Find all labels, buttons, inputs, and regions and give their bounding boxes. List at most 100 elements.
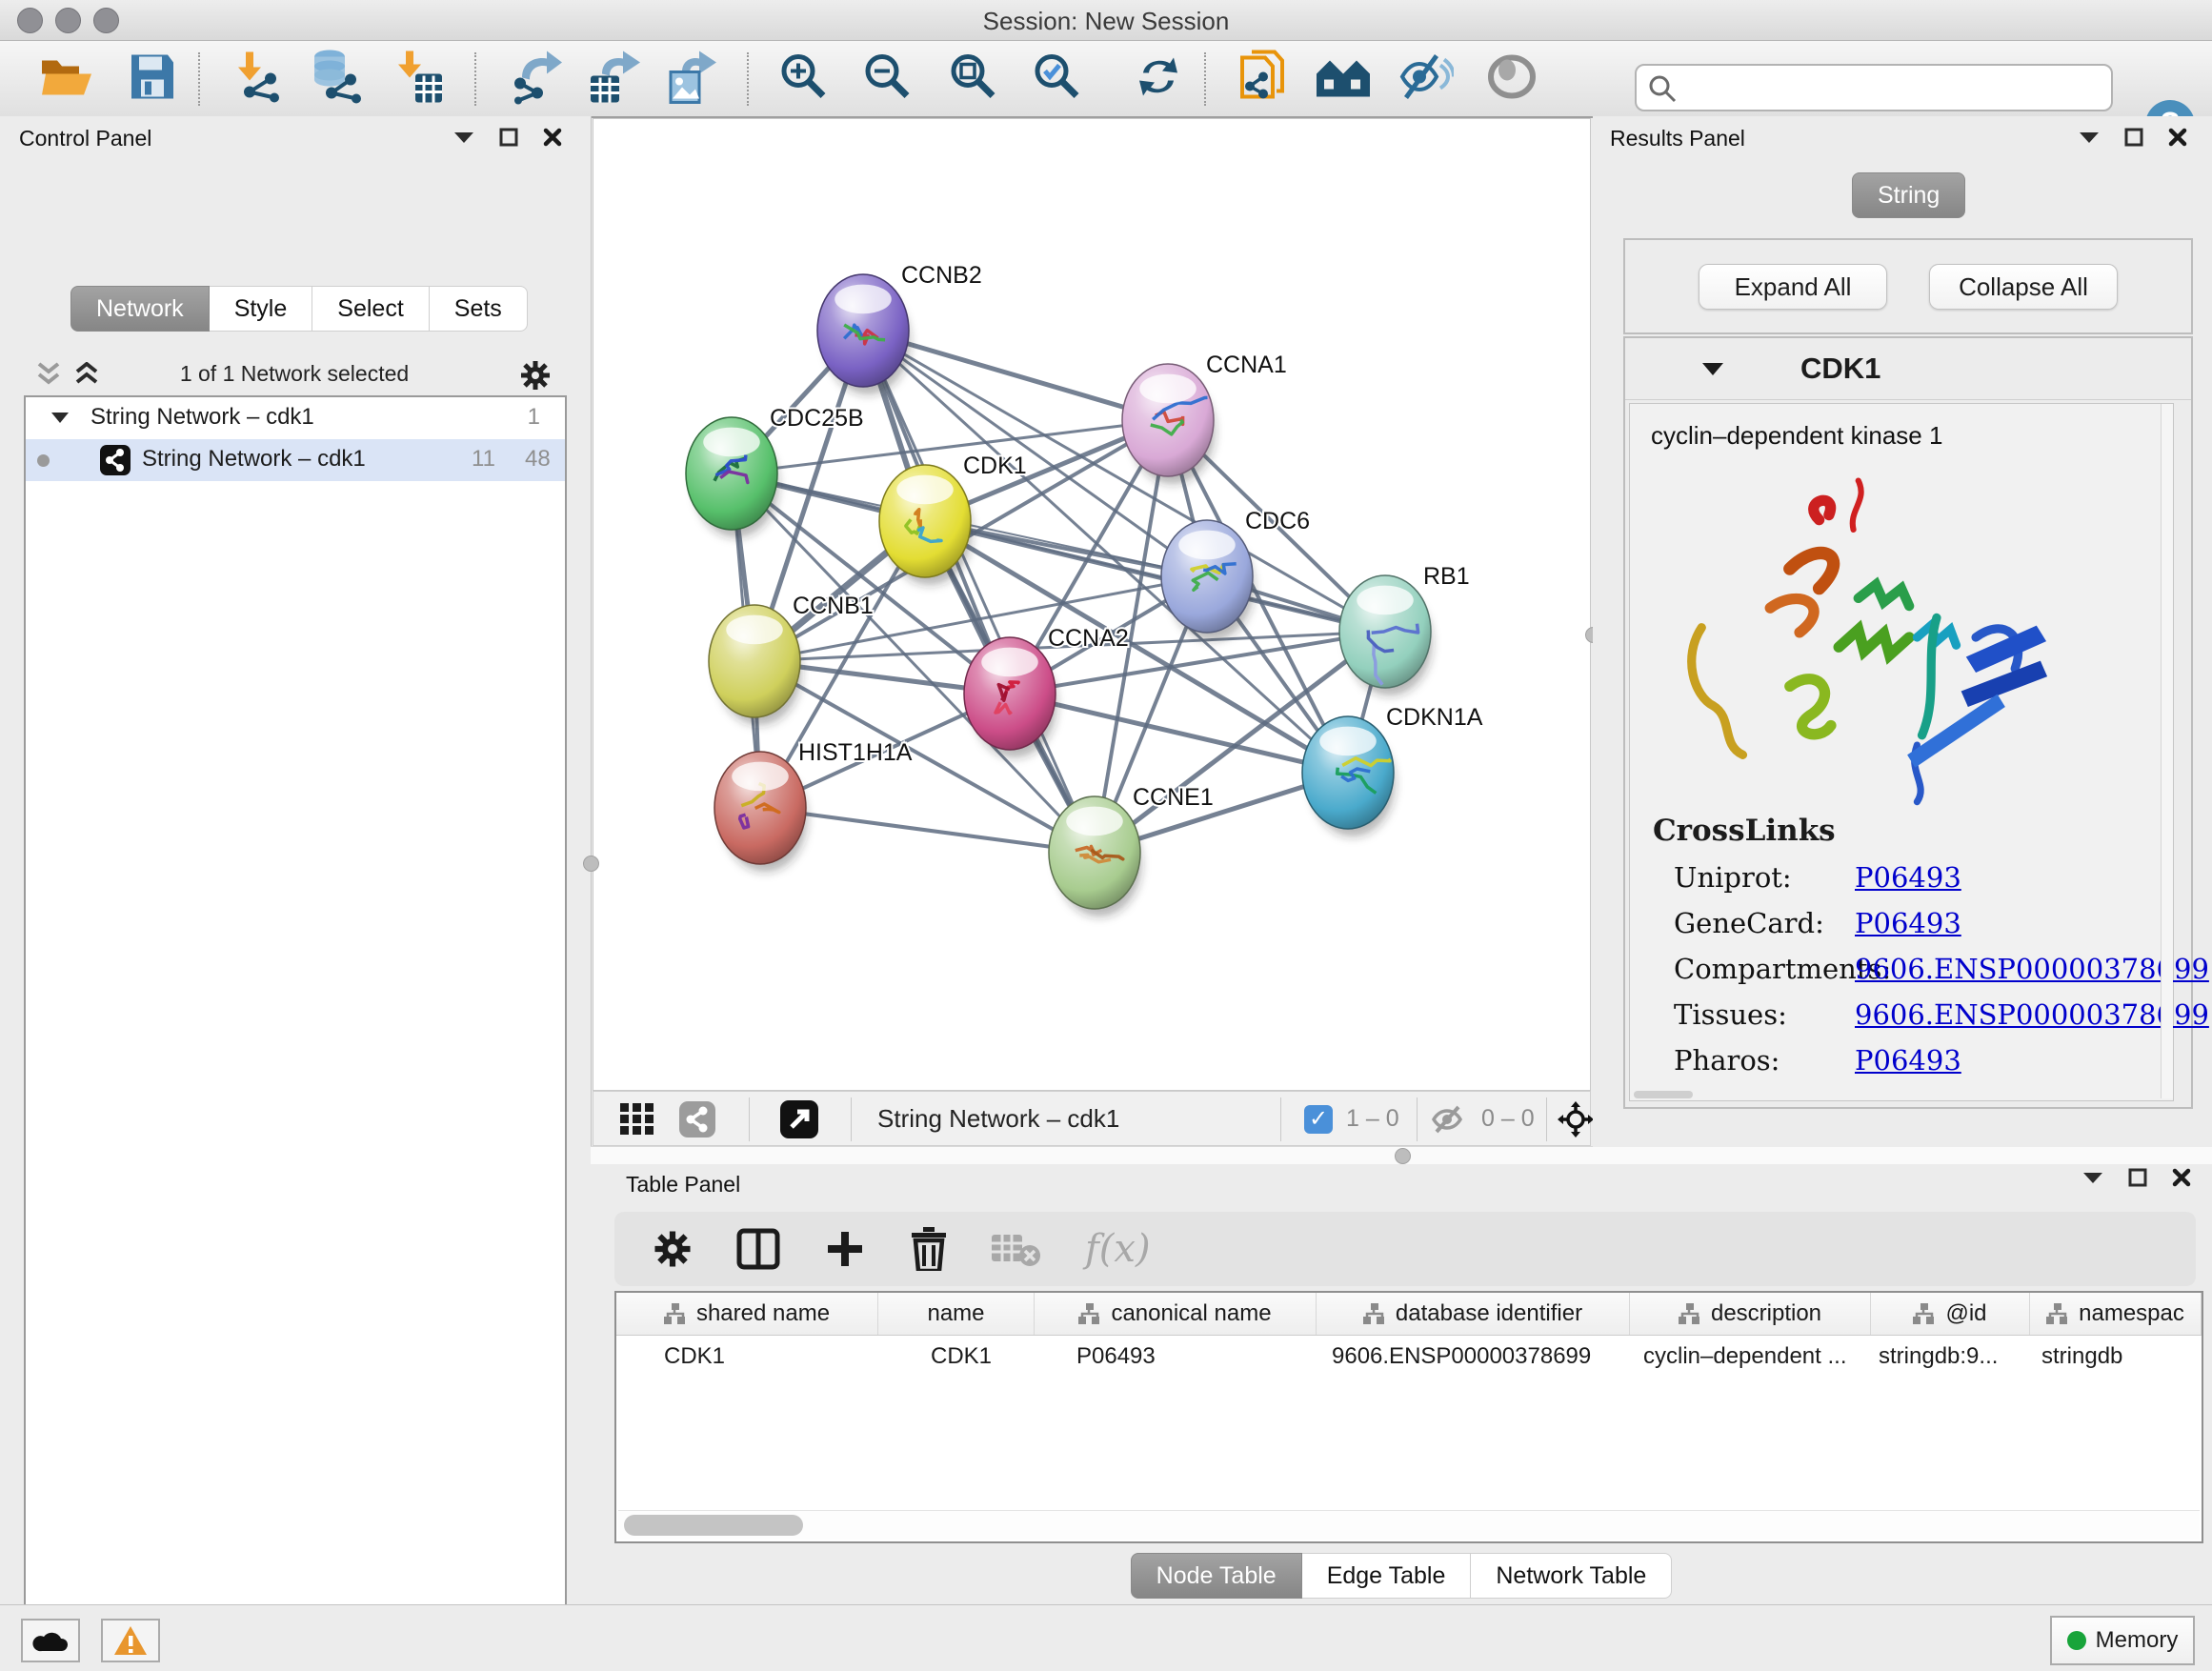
node-ccne1[interactable]: CCNE1 bbox=[1049, 784, 1214, 916]
zoom-in-icon[interactable] bbox=[777, 50, 831, 108]
crosslink-pharos-link[interactable]: P06493 bbox=[1855, 1044, 1961, 1077]
crosslink-uniprot-link[interactable]: P06493 bbox=[1855, 861, 1961, 894]
collapse-panel-icon[interactable] bbox=[2082, 1171, 2103, 1184]
selected-nodes-checkbox[interactable]: ✓ bbox=[1304, 1105, 1333, 1134]
search-input[interactable] bbox=[1686, 68, 2100, 106]
cell-database-identifier[interactable]: 9606.ENSP00000378699 bbox=[1317, 1343, 1630, 1370]
import-network-file-icon[interactable] bbox=[232, 50, 288, 108]
column-header-namespac[interactable]: namespac bbox=[2030, 1293, 2202, 1335]
close-panel-icon[interactable] bbox=[543, 128, 562, 147]
table-hscroll-track[interactable] bbox=[618, 1510, 2200, 1540]
close-panel-icon[interactable] bbox=[2172, 1168, 2191, 1187]
tab-node-table[interactable]: Node Table bbox=[1131, 1553, 1302, 1599]
tab-network-table[interactable]: Network Table bbox=[1471, 1553, 1672, 1599]
save-session-icon[interactable] bbox=[130, 52, 175, 105]
open-file-share-icon[interactable] bbox=[1237, 48, 1292, 110]
float-panel-icon[interactable] bbox=[2128, 1168, 2147, 1187]
collapse-panel-icon[interactable] bbox=[453, 131, 474, 144]
tab-network[interactable]: Network bbox=[70, 286, 210, 332]
left-splitter-handle[interactable] bbox=[583, 856, 599, 872]
cell--id[interactable]: stringdb:9... bbox=[1871, 1343, 2030, 1370]
bottom-splitter-handle[interactable] bbox=[1395, 1148, 1411, 1164]
column-header-shared-name[interactable]: shared name bbox=[616, 1293, 878, 1335]
delete-table-icon[interactable] bbox=[992, 1231, 1041, 1267]
network-row-selected[interactable]: String Network – cdk1 11 48 bbox=[26, 439, 565, 481]
column-header-description[interactable]: description bbox=[1630, 1293, 1871, 1335]
node-label-ccna2: CCNA2 bbox=[1048, 625, 1129, 652]
show-columns-icon[interactable] bbox=[736, 1228, 780, 1270]
column-header-canonical-name[interactable]: canonical name bbox=[1035, 1293, 1317, 1335]
crosslink-label: Tissues: bbox=[1674, 998, 1855, 1031]
node-ccnb2[interactable]: CCNB2 bbox=[817, 262, 982, 394]
zoom-fit-icon[interactable] bbox=[947, 50, 1000, 108]
node-label-rb1: RB1 bbox=[1423, 563, 1470, 590]
control-panel: Control Panel NetworkStyleSelectSets 1 o… bbox=[0, 116, 592, 1604]
table-options-gear-icon[interactable] bbox=[653, 1229, 693, 1269]
table-row[interactable]: CDK1CDK1P064939606.ENSP00000378699cyclin… bbox=[616, 1336, 2202, 1378]
refresh-icon[interactable] bbox=[1134, 50, 1183, 108]
add-column-icon[interactable] bbox=[824, 1228, 866, 1270]
table-hscroll-thumb[interactable] bbox=[624, 1515, 803, 1536]
float-panel-icon[interactable] bbox=[499, 128, 518, 147]
cell-shared-name[interactable]: CDK1 bbox=[616, 1343, 878, 1370]
cell-description[interactable]: cyclin–dependent ... bbox=[1630, 1343, 1871, 1370]
section-expander-icon[interactable] bbox=[1701, 361, 1724, 376]
network-view-canvas[interactable]: CCNB2CCNA1CDC25BCDK1CDC6RB1CCNB1CCNA2CDK… bbox=[593, 118, 1591, 1091]
collapse-panel-icon[interactable] bbox=[2079, 131, 2100, 144]
search-field[interactable] bbox=[1635, 64, 2113, 111]
close-panel-icon[interactable] bbox=[2168, 128, 2187, 147]
cloud-status-button[interactable] bbox=[21, 1619, 80, 1662]
results-hscroll-thumb[interactable] bbox=[1634, 1091, 1693, 1098]
column-header-database-identifier[interactable]: database identifier bbox=[1317, 1293, 1630, 1335]
crosslink-genecard-link[interactable]: P06493 bbox=[1855, 907, 1961, 939]
zoom-selected-icon[interactable] bbox=[1031, 50, 1084, 108]
tab-edge-table[interactable]: Edge Table bbox=[1302, 1553, 1472, 1599]
tab-select[interactable]: Select bbox=[312, 286, 429, 332]
import-network-database-icon[interactable] bbox=[307, 49, 366, 109]
node-ccna1[interactable]: CCNA1 bbox=[1122, 352, 1287, 484]
collapse-all-button[interactable]: Collapse All bbox=[1929, 264, 2118, 310]
open-session-icon[interactable] bbox=[38, 52, 95, 105]
open-in-window-icon[interactable] bbox=[780, 1100, 818, 1138]
import-table-file-icon[interactable] bbox=[392, 49, 444, 109]
node-cdk1[interactable]: CDK1 bbox=[879, 453, 1027, 585]
node-cdkn1a[interactable]: CDKN1A bbox=[1302, 704, 1483, 836]
tree-expander-icon[interactable] bbox=[50, 411, 70, 424]
hidden-elements-eye-icon[interactable] bbox=[1432, 1105, 1470, 1134]
expand-all-button[interactable]: Expand All bbox=[1699, 264, 1887, 310]
tab-sets[interactable]: Sets bbox=[430, 286, 528, 332]
zoom-out-icon[interactable] bbox=[861, 50, 915, 108]
network-options-gear-icon[interactable] bbox=[519, 359, 552, 392]
network-share-icon[interactable] bbox=[679, 1101, 715, 1137]
crosslink-tissues-link[interactable]: 9606.ENSP00000378699 bbox=[1855, 998, 2209, 1031]
memory-button[interactable]: Memory bbox=[2050, 1616, 2195, 1665]
delete-column-trash-icon[interactable] bbox=[910, 1227, 948, 1271]
float-panel-icon[interactable] bbox=[2124, 128, 2143, 147]
data-warehouse-houses-icon[interactable] bbox=[1315, 52, 1372, 105]
warnings-button[interactable] bbox=[101, 1619, 160, 1662]
cell-name[interactable]: CDK1 bbox=[878, 1343, 1035, 1370]
gene-description: cyclin–dependent kinase 1 bbox=[1651, 421, 1942, 451]
node-ccnb1[interactable]: CCNB1 bbox=[709, 593, 874, 725]
fit-content-crosshair-icon[interactable] bbox=[1558, 1101, 1594, 1137]
results-vscroll-track[interactable] bbox=[2161, 404, 2173, 1098]
cell-canonical-name[interactable]: P06493 bbox=[1035, 1343, 1317, 1370]
export-image-icon[interactable] bbox=[665, 49, 718, 109]
grid-view-icon[interactable] bbox=[620, 1103, 654, 1136]
function-builder-icon[interactable]: f(x) bbox=[1085, 1227, 1151, 1271]
export-network-icon[interactable] bbox=[509, 49, 564, 109]
birdseye-view-icon[interactable] bbox=[1486, 52, 1538, 105]
tab-string[interactable]: String bbox=[1852, 172, 1965, 218]
cell-namespac[interactable]: stringdb bbox=[2030, 1343, 2202, 1370]
gene-section-header[interactable]: CDK1 bbox=[1625, 338, 2191, 400]
show-hide-graphics-details-icon[interactable] bbox=[1398, 51, 1454, 106]
node-ccna2[interactable]: CCNA2 bbox=[964, 625, 1129, 757]
export-table-icon[interactable] bbox=[587, 49, 642, 109]
column-header-name[interactable]: name bbox=[878, 1293, 1035, 1335]
node-rb1[interactable]: RB1 bbox=[1339, 563, 1470, 695]
tab-style[interactable]: Style bbox=[210, 286, 313, 332]
network-collection-row[interactable]: String Network – cdk1 1 bbox=[26, 397, 565, 439]
crosslink-compartments-link[interactable]: 9606.ENSP00000378699 bbox=[1855, 953, 2209, 985]
node-hist1h1a[interactable]: HIST1H1A bbox=[714, 739, 913, 872]
column-header--id[interactable]: @id bbox=[1871, 1293, 2030, 1335]
